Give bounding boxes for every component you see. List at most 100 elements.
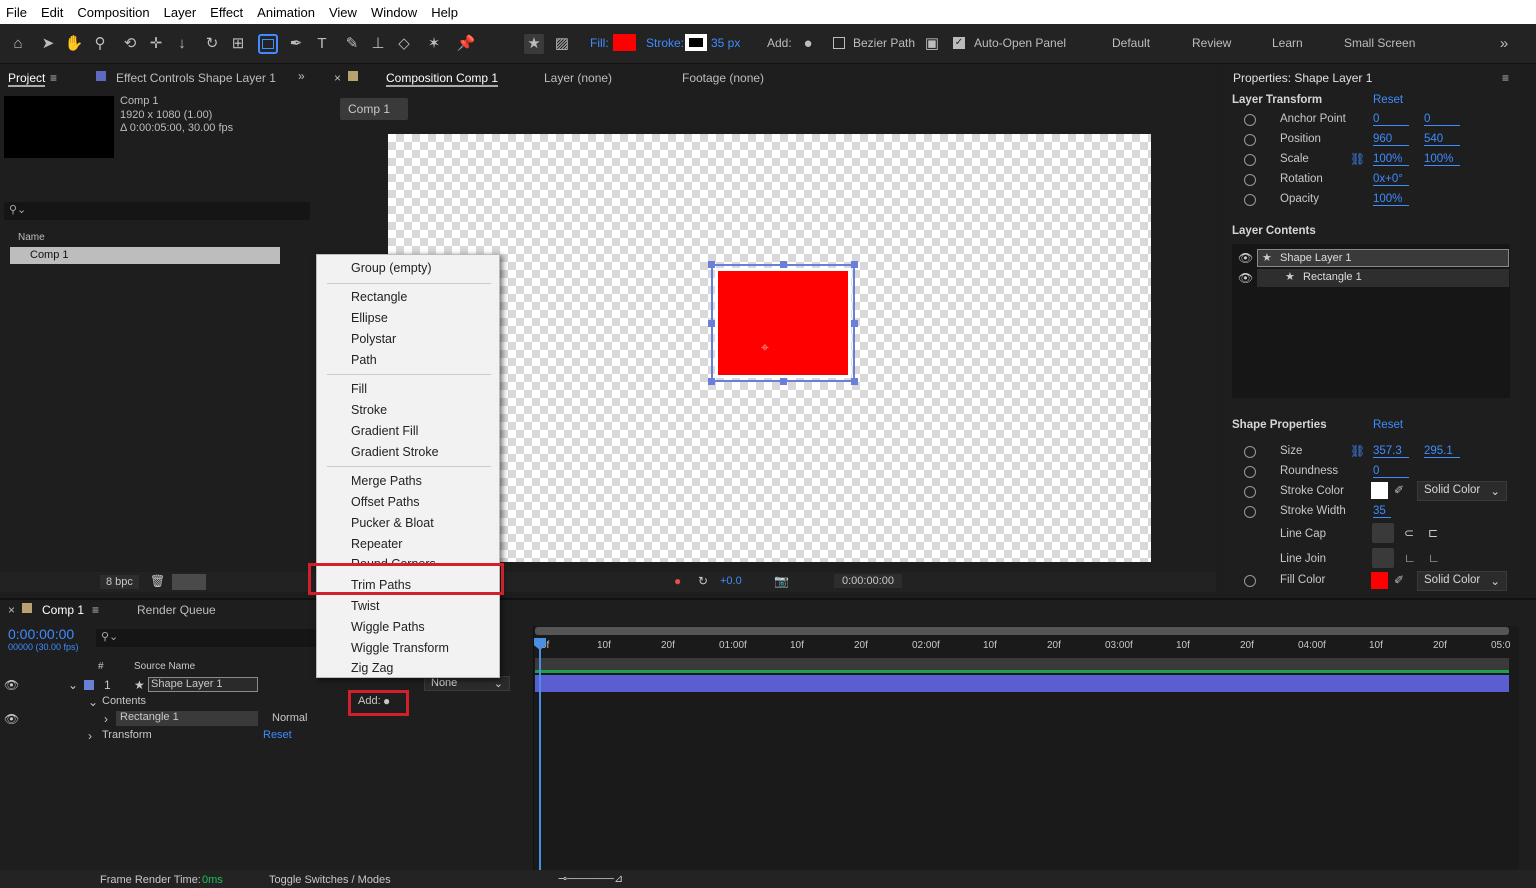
dolly-tool-icon[interactable]: ↓ <box>172 34 192 54</box>
orbit-tool-icon[interactable]: ⟲ <box>120 34 140 54</box>
menu-item-wiggle-transform[interactable]: Wiggle Transform <box>351 641 449 655</box>
timeline-timecode[interactable]: 0:00:00:00 <box>8 626 74 642</box>
handle-mid-left[interactable] <box>708 320 715 327</box>
stroke-color-swatch[interactable] <box>1371 482 1388 499</box>
snapshot-icon[interactable]: 📷 <box>774 574 789 588</box>
projecting-cap-button[interactable]: ⊏ <box>1428 526 1438 540</box>
workspace-default[interactable]: Default <box>1112 36 1150 50</box>
menu-edit[interactable]: Edit <box>35 5 71 20</box>
chevron-down-icon[interactable]: ⌄ <box>88 695 98 709</box>
stopwatch-icon[interactable] <box>1244 575 1256 587</box>
fill-color-mode-select[interactable]: Solid Color ⌄ <box>1417 571 1507 591</box>
mask-toggle-icon[interactable]: ▨ <box>552 34 572 54</box>
rectangle-tool-icon[interactable] <box>258 34 278 54</box>
handle-top-right[interactable] <box>851 261 858 268</box>
eyedropper-icon[interactable]: ✐ <box>1394 573 1404 587</box>
menu-item-wiggle-paths[interactable]: Wiggle Paths <box>351 620 425 634</box>
blend-mode[interactable]: Normal <box>272 712 307 724</box>
timeline-search-input[interactable]: ⚲⌄ <box>96 629 316 647</box>
tab-composition[interactable]: Composition Comp 1 <box>386 71 499 87</box>
toggle-switches-button[interactable]: Toggle Switches / Modes <box>269 874 391 886</box>
tab-project[interactable]: Project <box>8 71 46 87</box>
hand-tool-icon[interactable]: ✋ <box>64 34 84 54</box>
pen-tool-icon[interactable]: ✒ <box>286 34 306 54</box>
project-search-input[interactable]: ⚲⌄ <box>4 202 310 220</box>
workspace-learn[interactable]: Learn <box>1272 36 1303 50</box>
red-rectangle-shape[interactable] <box>715 268 851 378</box>
eraser-tool-icon[interactable]: ◇ <box>394 34 414 54</box>
menu-window[interactable]: Window <box>365 5 425 20</box>
stopwatch-icon[interactable] <box>1244 446 1256 458</box>
time-ruler[interactable]: 0f 10f 20f 01:00f 10f 20f 02:00f 10f 20f… <box>535 640 1515 656</box>
stopwatch-icon[interactable] <box>1244 114 1256 126</box>
menu-item-zig-zag[interactable]: Zig Zag <box>351 661 393 675</box>
menu-effect[interactable]: Effect <box>204 5 251 20</box>
eye-icon[interactable]: 👁 <box>1238 271 1253 285</box>
size-height[interactable]: 295.1 <box>1424 445 1460 458</box>
position-y[interactable]: 540 <box>1424 133 1460 146</box>
menu-file[interactable]: File <box>0 5 35 20</box>
label-color-icon[interactable] <box>84 680 94 690</box>
stroke-swatch[interactable] <box>685 34 707 51</box>
content-rectangle[interactable]: ★ Rectangle 1 <box>1257 269 1509 287</box>
scale-y[interactable]: 100% <box>1424 153 1460 166</box>
content-shape-layer[interactable]: ★ Shape Layer 1 <box>1257 249 1509 267</box>
bezier-checkbox[interactable] <box>833 37 845 49</box>
stroke-width[interactable]: 35 px <box>711 36 740 50</box>
handle-bottom-center[interactable] <box>780 378 787 385</box>
link-icon[interactable]: ⛓ <box>1350 444 1365 458</box>
stopwatch-icon[interactable] <box>1244 194 1256 206</box>
layer-duration-bar[interactable] <box>535 675 1509 692</box>
chevron-down-icon[interactable]: ⌄ <box>68 678 78 692</box>
pan-behind-tool-icon[interactable]: ⊞ <box>228 34 248 54</box>
rectangle-row[interactable]: Rectangle 1 <box>116 711 258 726</box>
menu-composition[interactable]: Composition <box>71 5 157 20</box>
handle-top-left[interactable] <box>708 261 715 268</box>
chevron-right-icon[interactable]: › <box>104 712 108 726</box>
reset-exposure-icon[interactable]: ↻ <box>698 574 708 588</box>
chevron-right-icon[interactable]: › <box>88 729 92 743</box>
transform-reset-link[interactable]: Reset <box>1373 94 1403 106</box>
menu-item-pucker-bloat[interactable]: Pucker & Bloat <box>351 516 434 530</box>
viewer-timecode[interactable]: 0:00:00:00 <box>834 574 902 588</box>
roundness-value[interactable]: 0 <box>1373 465 1409 478</box>
star-toggle-icon[interactable]: ★ <box>524 34 544 54</box>
zoom-slider[interactable]: ⊸──────⊿ <box>558 872 623 885</box>
anchor-point-icon[interactable]: ⌖ <box>761 340 775 354</box>
parent-select[interactable]: None ⌄ <box>424 676 510 691</box>
miter-join-button[interactable] <box>1372 548 1394 568</box>
pan-tool-icon[interactable]: ✛ <box>146 34 166 54</box>
stopwatch-icon[interactable] <box>1244 466 1256 478</box>
tab-layer[interactable]: Layer (none) <box>544 71 612 85</box>
eye-icon[interactable]: 👁 <box>4 678 19 692</box>
stopwatch-icon[interactable] <box>1244 134 1256 146</box>
tab-footage[interactable]: Footage (none) <box>682 71 764 85</box>
menu-item-stroke[interactable]: Stroke <box>351 403 387 417</box>
type-tool-icon[interactable]: T <box>312 34 332 54</box>
handle-top-center[interactable] <box>780 261 787 268</box>
menu-layer[interactable]: Layer <box>158 5 205 20</box>
menu-item-path[interactable]: Path <box>351 353 377 367</box>
stroke-label[interactable]: Stroke: <box>646 36 684 50</box>
menu-item-merge-paths[interactable]: Merge Paths <box>351 474 422 488</box>
puppet-pin-icon[interactable]: 📌 <box>456 34 476 54</box>
size-width[interactable]: 357.3 <box>1373 445 1409 458</box>
anchor-y[interactable]: 0 <box>1424 113 1460 126</box>
menu-view[interactable]: View <box>323 5 365 20</box>
tab-render-queue[interactable]: Render Queue <box>137 603 216 617</box>
bevel-join-button[interactable]: ∟ <box>1428 551 1440 565</box>
menu-item-group-empty[interactable]: Group (empty) <box>351 261 432 275</box>
selection-tool-icon[interactable]: ➤ <box>38 34 58 54</box>
opacity-value[interactable]: 100% <box>1373 193 1409 206</box>
layer-settings-icon[interactable]: ▣ <box>922 34 942 54</box>
playhead[interactable] <box>539 640 541 870</box>
fill-color-swatch[interactable] <box>1371 572 1388 589</box>
roto-brush-icon[interactable]: ✶ <box>424 34 444 54</box>
auto-open-checkbox[interactable]: ✓ <box>953 37 965 49</box>
timeline-menu-icon[interactable]: ≡ <box>92 603 99 617</box>
menu-item-gradient-fill[interactable]: Gradient Fill <box>351 424 418 438</box>
stopwatch-icon[interactable] <box>1244 154 1256 166</box>
stroke-color-mode-select[interactable]: Solid Color ⌄ <box>1417 481 1507 501</box>
channel-icon[interactable]: ● <box>674 574 681 588</box>
project-item-row[interactable]: Comp 1 <box>10 247 280 264</box>
